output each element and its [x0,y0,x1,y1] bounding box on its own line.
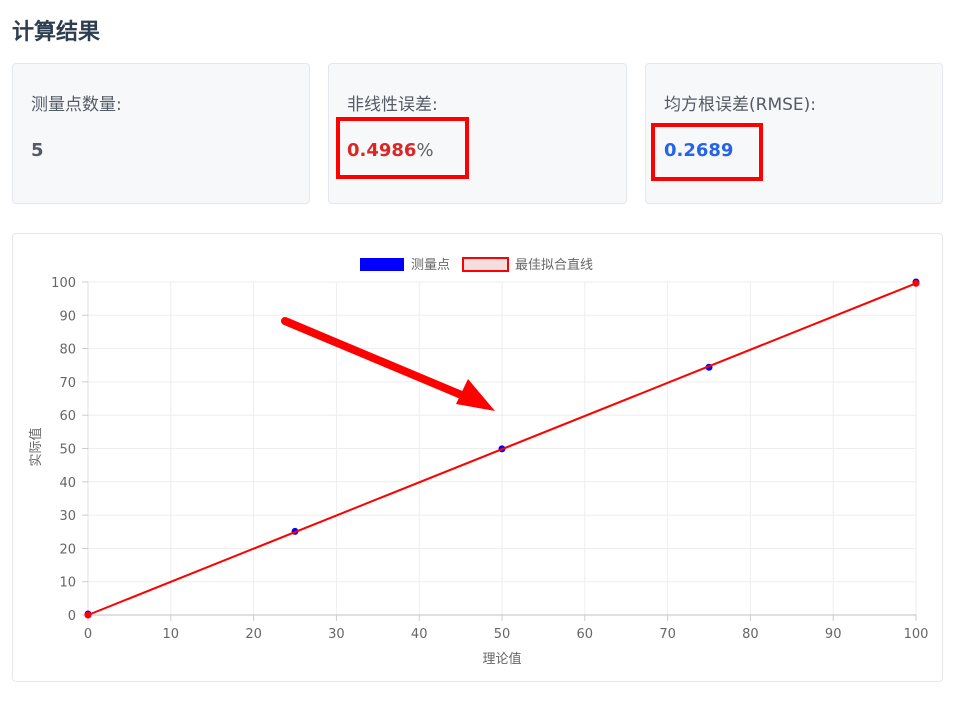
x-tick-label: 90 [825,627,842,642]
y-tick-label: 60 [59,409,76,424]
point-count-value: 5 [31,140,44,161]
chart-svg: 0 10 20 30 40 50 60 70 80 90 100 0 10 20 30 40 50 60 70 80 9… [28,257,929,667]
card-point-count: 测量点数量: 5 [12,63,310,204]
x-tick-label: 50 [494,627,511,642]
x-tick-label: 10 [163,627,180,642]
legend-swatch-measured [360,258,404,271]
y-tick-label: 80 [59,343,76,358]
y-tick-label: 20 [59,542,76,557]
x-tick-label: 70 [659,627,676,642]
y-tick-label: 10 [59,576,76,591]
x-tick-label: 100 [904,627,929,642]
x-tick-label: 30 [328,627,345,642]
y-tick-label: 90 [59,309,76,324]
x-tick-label: 60 [577,627,594,642]
rmse-label: 均方根误差(RMSE): [664,95,817,115]
chart-legend: 测量点 最佳拟合直线 [360,257,593,273]
y-axis-label: 实际值 [28,427,44,466]
point-count-label: 测量点数量: [31,95,122,115]
x-axis-label: 理论值 [482,651,521,667]
x-tick-label: 40 [411,627,428,642]
y-tick-label: 50 [59,443,76,458]
highlight-box-rmse [651,123,763,181]
chart-card: 0 10 20 30 40 50 60 70 80 90 100 0 10 20 30 40 50 60 70 80 9… [12,233,943,682]
nonlinearity-label: 非线性误差: [347,95,438,115]
y-tick-label: 100 [51,276,76,291]
fit-line-point [912,279,920,287]
x-tick-label: 0 [84,627,92,642]
section-title: 计算结果 [12,20,101,45]
highlight-box-nonlinearity [336,117,469,179]
x-tick-label: 80 [742,627,759,642]
x-tick-label: 20 [245,627,262,642]
legend-label-fit: 最佳拟合直线 [515,258,593,273]
results-page: 计算结果 测量点数量: 5 非线性误差: 0.4986% 均方根误差(RMSE)… [0,0,964,703]
legend-swatch-fit [462,257,509,272]
y-tick-label: 0 [68,609,76,624]
y-tick-label: 40 [59,476,76,491]
fit-line-point [84,611,92,619]
legend-label-measured: 测量点 [411,258,450,273]
annotation-arrow-icon [281,317,495,411]
y-tick-label: 30 [59,509,76,524]
y-tick-label: 70 [59,376,76,391]
